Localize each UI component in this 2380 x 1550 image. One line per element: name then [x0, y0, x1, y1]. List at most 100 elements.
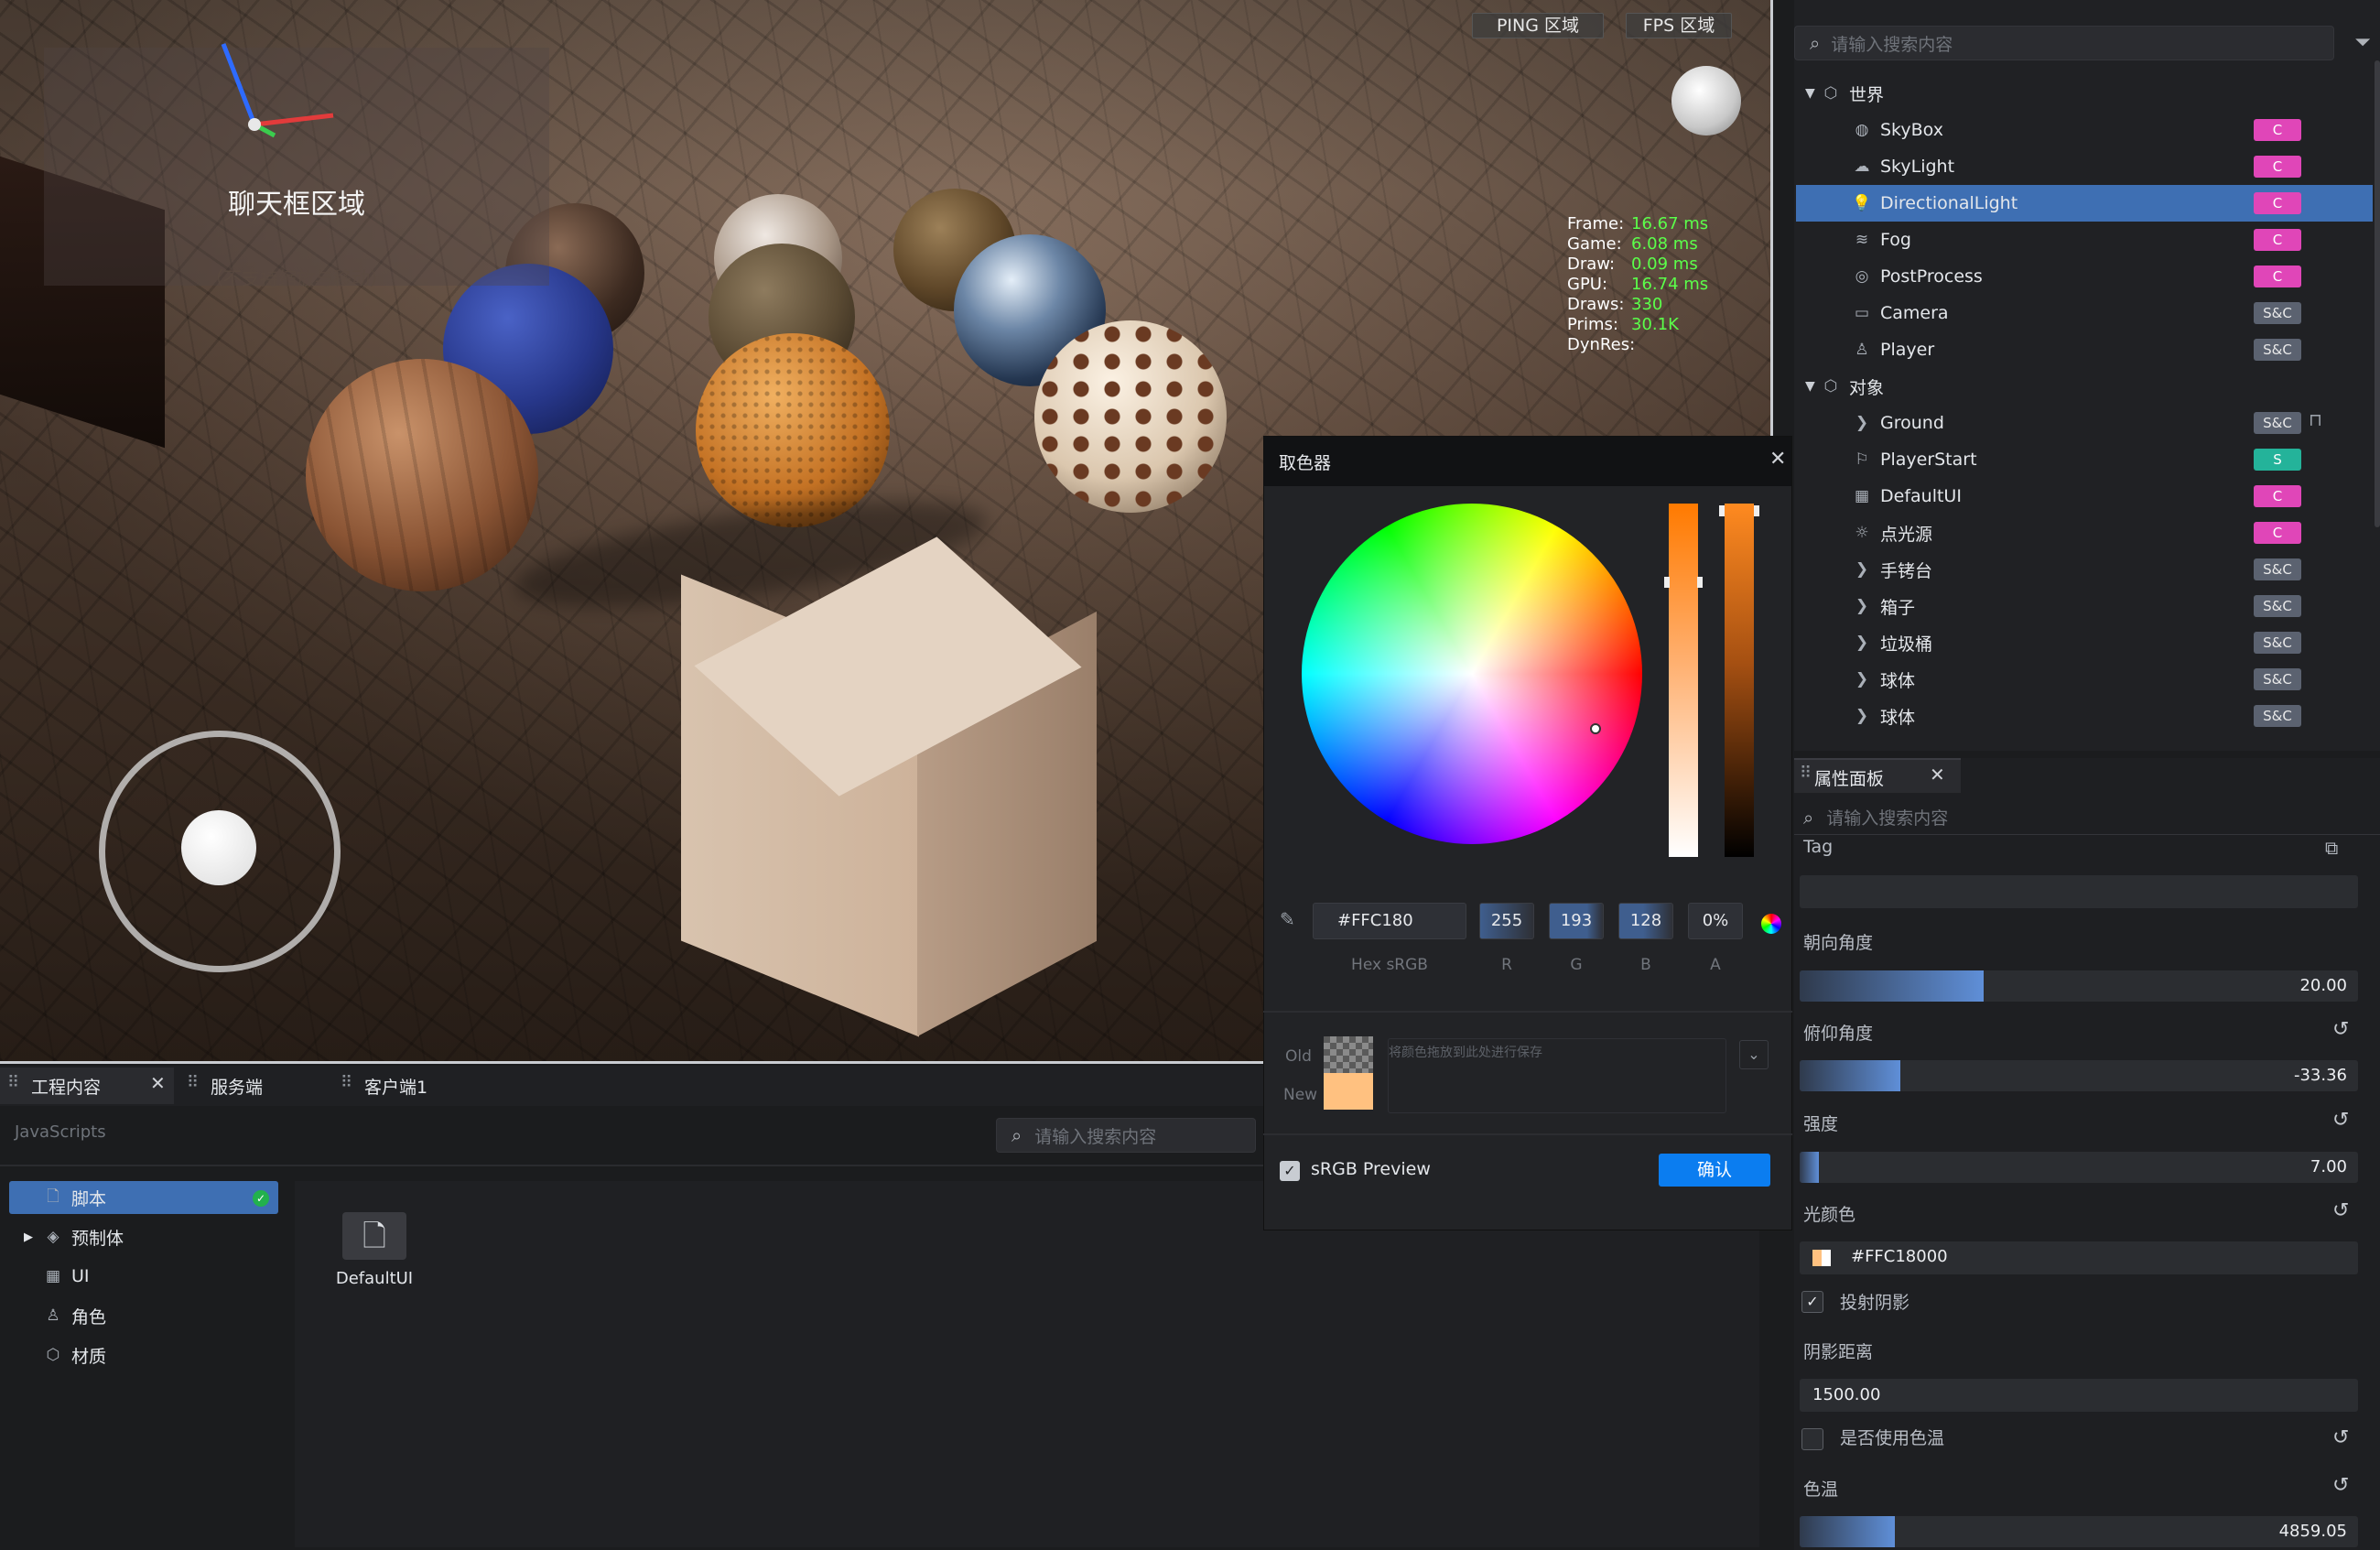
folder-tree: 🗋 脚本 ✓ ▶ ◈ 预制体 ▦ UI ♙ 角色 ⬡ 材质 [9, 1181, 284, 1419]
tab-server[interactable]: ⠿ 服务端 [179, 1068, 326, 1104]
tree-item[interactable]: ≋ Fog C [1796, 222, 2373, 258]
reset-icon[interactable]: ↺ [2332, 1474, 2349, 1497]
search-icon: ⌕ [1012, 1124, 1022, 1146]
r-input[interactable]: 255 [1479, 903, 1534, 939]
close-icon[interactable]: ✕ [150, 1072, 166, 1094]
pitch-slider[interactable]: -33.36 [1800, 1060, 2358, 1091]
color-wheel[interactable] [1302, 504, 1642, 844]
tree-item[interactable]: ❯ 垃圾桶 S&C [1796, 624, 2373, 661]
tree-item[interactable]: 💡 DirectionalLight C [1796, 185, 2373, 222]
hierarchy-search[interactable]: ⌕ 请输入搜索内容 [1794, 26, 2334, 60]
drag-handle-icon: ⠿ [341, 1073, 353, 1092]
tree-item-tag: S&C [2254, 339, 2301, 361]
drag-handle-icon: ⠿ [1800, 764, 1812, 783]
light-color-field[interactable]: #FFC18000 [1800, 1241, 2358, 1274]
chevron-right-icon[interactable]: ▶ [24, 1230, 44, 1244]
chevron-down-icon[interactable]: ⌄ [1739, 1040, 1769, 1069]
camera-icon: ▭ [1854, 304, 1870, 322]
reset-icon[interactable]: ↺ [2332, 1426, 2349, 1449]
srgb-preview-checkbox[interactable]: ✓ [1280, 1161, 1300, 1181]
reset-icon[interactable]: ↺ [2332, 1109, 2349, 1132]
intensity-label: 强度 [1803, 1114, 1839, 1134]
use-temperature-checkbox[interactable] [1801, 1428, 1823, 1450]
view-cube[interactable] [1671, 66, 1741, 135]
cast-shadow-checkbox[interactable]: ✓ [1801, 1291, 1823, 1313]
color-swatch[interactable] [1812, 1250, 1831, 1266]
tree-item[interactable]: ❯ Ground S&C ⊓ [1796, 405, 2373, 441]
folder-item[interactable]: 🗋 脚本 ✓ [9, 1181, 278, 1214]
tag-field[interactable] [1800, 875, 2358, 908]
reset-icon[interactable]: ↺ [2332, 1199, 2349, 1222]
b-input[interactable]: 128 [1618, 903, 1673, 939]
tree-item[interactable]: ▦ DefaultUI C [1796, 478, 2373, 515]
folder-item[interactable]: ▶ ◈ 预制体 [9, 1220, 278, 1253]
saturation-slider[interactable] [1669, 504, 1698, 857]
mesh-icon: ❯ [1855, 414, 1869, 432]
g-input[interactable]: 193 [1549, 903, 1604, 939]
close-icon[interactable]: ✕ [1769, 448, 1786, 471]
tree-item[interactable]: ♙ Player S&C [1796, 331, 2373, 368]
tree-item[interactable]: ◍ SkyBox C [1796, 112, 2373, 148]
chevron-down-icon[interactable]: ▼ [1805, 379, 1822, 394]
tree-item[interactable]: ◎ PostProcess C [1796, 258, 2373, 295]
tree-item[interactable]: ☼ 点光源 C [1796, 515, 2373, 551]
tree-item[interactable]: ❯ 手铐台 S&C [1796, 551, 2373, 588]
breadcrumb[interactable]: JavaScripts [15, 1122, 106, 1142]
tab-client[interactable]: ⠿ 客户端1 [333, 1068, 489, 1104]
value-slider[interactable] [1725, 504, 1754, 857]
chevron-down-icon[interactable]: ▼ [1805, 86, 1822, 101]
properties-tab[interactable]: ⠿ 属性面板 ✕ [1794, 758, 1961, 793]
tree-group-objects[interactable]: ▼ ⬡ 对象 [1796, 368, 2373, 405]
lock-icon[interactable]: ⊓ [2309, 410, 2322, 430]
folder-item[interactable]: ⬡ 材质 [9, 1339, 278, 1371]
shadow-distance-field[interactable]: 1500.00 [1800, 1379, 2358, 1412]
eyedropper-icon[interactable]: ✎ [1280, 908, 1295, 930]
tree-item[interactable]: ❯ 球体 S&C [1796, 661, 2373, 698]
intensity-slider[interactable]: 7.00 [1800, 1152, 2358, 1183]
folder-item[interactable]: ▦ UI [9, 1260, 278, 1293]
project-search[interactable]: ⌕ 请输入搜索内容 [996, 1118, 1256, 1153]
yaw-slider[interactable]: 20.00 [1800, 970, 2358, 1002]
properties-search[interactable]: ⌕ 请输入搜索内容 [1794, 800, 2380, 835]
a-input[interactable]: 0% [1688, 903, 1743, 939]
pitch-slider-fill [1800, 1060, 1900, 1091]
flag-icon: ⚐ [1855, 450, 1869, 469]
value-handle[interactable] [1719, 505, 1759, 516]
folder-label: 角色 [71, 1306, 107, 1328]
tree-group-world[interactable]: ▼ ⬡ 世界 [1796, 75, 2373, 112]
hex-input[interactable]: #FFC180 [1313, 903, 1466, 939]
color-wheel-handle[interactable] [1590, 723, 1601, 734]
sun-icon: ☼ [1855, 524, 1869, 542]
stat-row: GPU: 16.74 ms [1567, 275, 1708, 295]
post-icon: ◎ [1855, 267, 1869, 286]
folder-item[interactable]: ♙ 角色 [9, 1299, 278, 1332]
copy-icon[interactable]: ⧉ [2325, 837, 2338, 859]
tree-item[interactable]: ❯ 球体 S&C [1796, 698, 2373, 734]
close-icon[interactable]: ✕ [1930, 764, 1945, 786]
a-label: A [1710, 956, 1721, 974]
temperature-slider[interactable]: 4859.05 [1800, 1516, 2358, 1547]
tree-item[interactable]: ❯ 箱子 S&C [1796, 588, 2373, 624]
mesh-icon: ❯ [1855, 597, 1869, 615]
saturation-handle[interactable] [1664, 577, 1703, 588]
tree-item[interactable]: ⚐ PlayerStart S [1796, 441, 2373, 478]
stat-row: DynRes: [1567, 335, 1708, 355]
person-icon: ♙ [1855, 341, 1869, 359]
joystick-knob[interactable] [181, 810, 256, 885]
tree-item[interactable]: ▭ Camera S&C [1796, 295, 2373, 331]
reset-icon[interactable]: ↺ [2332, 1018, 2349, 1041]
filter-icon[interactable]: ⏷ [2347, 27, 2378, 59]
hierarchy-scrollbar[interactable] [2375, 60, 2380, 527]
stat-row: Game: 6.08 ms [1567, 234, 1708, 255]
color-drop-zone[interactable]: 将颜色拖放到此处进行保存 [1388, 1038, 1726, 1113]
color-mode-icon[interactable] [1761, 914, 1781, 934]
intensity-slider-fill [1800, 1152, 1820, 1183]
axis-gizmo[interactable] [209, 33, 337, 143]
confirm-button[interactable]: 确认 [1659, 1154, 1770, 1187]
tree-item[interactable]: ☁ SkyLight C [1796, 148, 2373, 185]
file-icon[interactable]: 🗋 [342, 1212, 406, 1260]
hierarchy-search-placeholder: 请输入搜索内容 [1831, 34, 1953, 55]
sphere-spotted [1034, 320, 1227, 513]
tab-project-content[interactable]: ⠿ 工程内容 ✕ [0, 1068, 174, 1104]
file-label[interactable]: DefaultUI [320, 1269, 428, 1288]
